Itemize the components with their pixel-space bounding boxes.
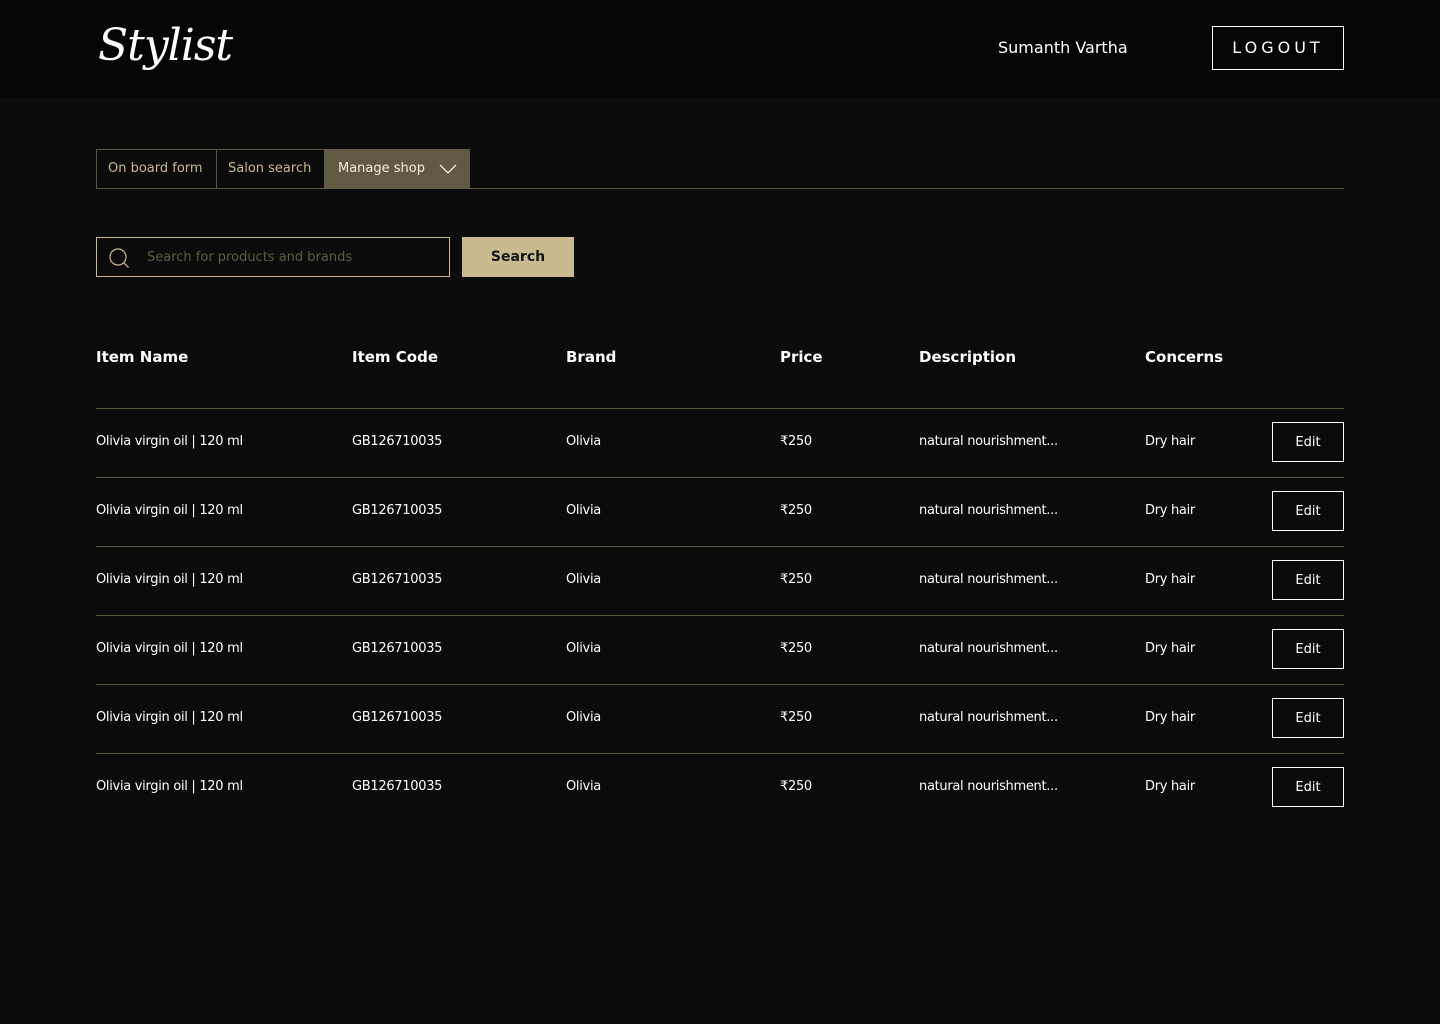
cell-item-name: Olivia virgin oil | 120 ml bbox=[96, 434, 243, 449]
cell-item-code: GB126710035 bbox=[352, 434, 443, 449]
table-row: Olivia virgin oil | 120 ml GB126710035 O… bbox=[96, 685, 1344, 754]
column-header-price: Price bbox=[780, 348, 823, 366]
logout-button[interactable]: LOGOUT bbox=[1212, 26, 1344, 70]
top-header: Stylist Sumanth Vartha LOGOUT bbox=[0, 0, 1440, 97]
search-icon bbox=[109, 248, 129, 268]
cell-item-code: GB126710035 bbox=[352, 503, 443, 518]
cell-price: ₹250 bbox=[780, 641, 812, 656]
column-header-item-name: Item Name bbox=[96, 348, 189, 366]
edit-button[interactable]: Edit bbox=[1272, 422, 1344, 462]
cell-price: ₹250 bbox=[780, 779, 812, 794]
cell-item-name: Olivia virgin oil | 120 ml bbox=[96, 710, 243, 725]
edit-button[interactable]: Edit bbox=[1272, 629, 1344, 669]
cell-description: natural nourishment... bbox=[919, 641, 1058, 656]
cell-description: natural nourishment... bbox=[919, 434, 1058, 449]
search-input[interactable] bbox=[147, 238, 442, 276]
tab-salon-search[interactable]: Salon search bbox=[217, 149, 325, 189]
cell-price: ₹250 bbox=[780, 572, 812, 587]
cell-item-name: Olivia virgin oil | 120 ml bbox=[96, 779, 243, 794]
column-header-concerns: Concerns bbox=[1145, 348, 1224, 366]
tab-manage-shop[interactable]: Manage shop bbox=[324, 149, 470, 189]
column-header-item-code: Item Code bbox=[352, 348, 439, 366]
stylist-logo[interactable]: Stylist bbox=[98, 6, 233, 86]
cell-description: natural nourishment... bbox=[919, 572, 1058, 587]
tab-on-board-form[interactable]: On board form bbox=[96, 149, 217, 189]
tab-manage-shop-label: Manage shop bbox=[338, 161, 425, 176]
cell-concerns: Dry hair bbox=[1145, 710, 1195, 725]
cell-item-name: Olivia virgin oil | 120 ml bbox=[96, 572, 243, 587]
cell-description: natural nourishment... bbox=[919, 503, 1058, 518]
cell-brand: Olivia bbox=[566, 572, 601, 587]
cell-brand: Olivia bbox=[566, 641, 601, 656]
table-row: Olivia virgin oil | 120 ml GB126710035 O… bbox=[96, 547, 1344, 616]
chevron-down-icon bbox=[439, 164, 457, 174]
products-table: Item Name Item Code Brand Price Descript… bbox=[96, 330, 1344, 823]
search-box bbox=[96, 237, 450, 277]
edit-button[interactable]: Edit bbox=[1272, 491, 1344, 531]
cell-brand: Olivia bbox=[566, 710, 601, 725]
column-header-brand: Brand bbox=[566, 348, 617, 366]
cell-item-code: GB126710035 bbox=[352, 641, 443, 656]
cell-item-code: GB126710035 bbox=[352, 710, 443, 725]
cell-price: ₹250 bbox=[780, 434, 812, 449]
cell-item-name: Olivia virgin oil | 120 ml bbox=[96, 641, 243, 656]
cell-concerns: Dry hair bbox=[1145, 503, 1195, 518]
table-row: Olivia virgin oil | 120 ml GB126710035 O… bbox=[96, 409, 1344, 478]
edit-button[interactable]: Edit bbox=[1272, 767, 1344, 807]
edit-button[interactable]: Edit bbox=[1272, 560, 1344, 600]
table-row: Olivia virgin oil | 120 ml GB126710035 O… bbox=[96, 754, 1344, 823]
edit-button[interactable]: Edit bbox=[1272, 698, 1344, 738]
cell-price: ₹250 bbox=[780, 710, 812, 725]
nav-tabs: On board form Salon search Manage shop bbox=[96, 149, 1344, 189]
search-button[interactable]: Search bbox=[462, 237, 574, 277]
column-header-description: Description bbox=[919, 348, 1017, 366]
cell-item-name: Olivia virgin oil | 120 ml bbox=[96, 503, 243, 518]
cell-description: natural nourishment... bbox=[919, 710, 1058, 725]
table-row: Olivia virgin oil | 120 ml GB126710035 O… bbox=[96, 616, 1344, 685]
cell-item-code: GB126710035 bbox=[352, 572, 443, 587]
table-row: Olivia virgin oil | 120 ml GB126710035 O… bbox=[96, 478, 1344, 547]
cell-description: natural nourishment... bbox=[919, 779, 1058, 794]
cell-brand: Olivia bbox=[566, 503, 601, 518]
cell-item-code: GB126710035 bbox=[352, 779, 443, 794]
user-name: Sumanth Vartha bbox=[998, 38, 1128, 57]
cell-concerns: Dry hair bbox=[1145, 779, 1195, 794]
cell-brand: Olivia bbox=[566, 434, 601, 449]
cell-concerns: Dry hair bbox=[1145, 434, 1195, 449]
cell-brand: Olivia bbox=[566, 779, 601, 794]
cell-concerns: Dry hair bbox=[1145, 572, 1195, 587]
table-header: Item Name Item Code Brand Price Descript… bbox=[96, 330, 1344, 409]
cell-price: ₹250 bbox=[780, 503, 812, 518]
cell-concerns: Dry hair bbox=[1145, 641, 1195, 656]
